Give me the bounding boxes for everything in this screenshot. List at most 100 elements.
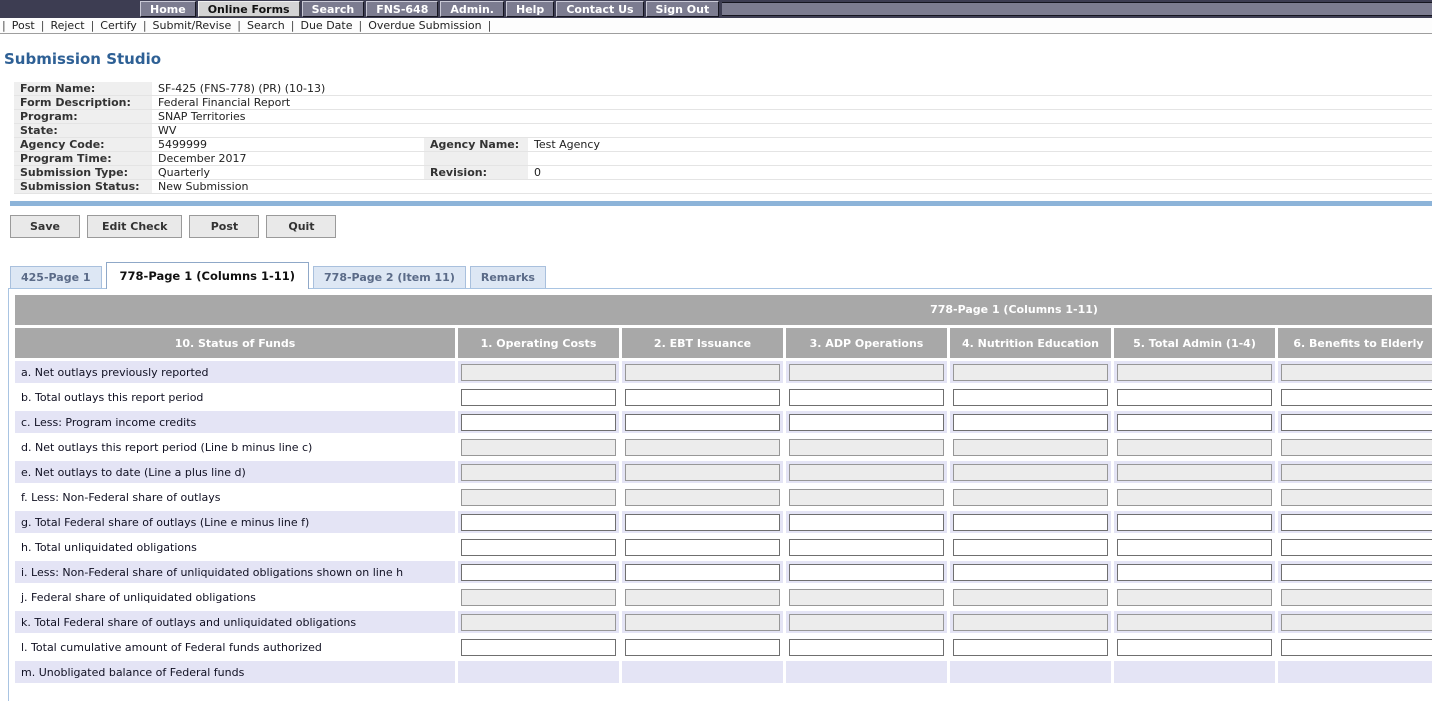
detail-value: WV	[152, 124, 424, 138]
grid-cell	[950, 611, 1111, 633]
input-c-col5[interactable]	[1117, 414, 1272, 431]
post-button[interactable]: Post	[189, 215, 259, 238]
input-c-col2[interactable]	[625, 414, 780, 431]
edit-check-button[interactable]: Edit Check	[87, 215, 182, 238]
save-button[interactable]: Save	[10, 215, 80, 238]
input-l-col6[interactable]	[1281, 639, 1432, 656]
grid-cell	[950, 511, 1111, 533]
input-g-col4[interactable]	[953, 514, 1108, 531]
input-a-col5	[1117, 364, 1272, 381]
input-j-col5	[1117, 589, 1272, 606]
input-h-col1[interactable]	[461, 539, 616, 556]
input-l-col5[interactable]	[1117, 639, 1272, 656]
input-c-col3[interactable]	[789, 414, 944, 431]
grid-cell	[1278, 486, 1432, 508]
nav-item-fns-648[interactable]: FNS-648	[366, 1, 438, 17]
input-h-col6[interactable]	[1281, 539, 1432, 556]
grid-cell	[458, 461, 619, 483]
input-g-col2[interactable]	[625, 514, 780, 531]
nav-item-home[interactable]: Home	[140, 1, 196, 17]
menu-item-post[interactable]: Post	[12, 19, 35, 32]
input-b-col2[interactable]	[625, 389, 780, 406]
detail-value-secondary	[528, 124, 1432, 138]
grid-cell	[458, 611, 619, 633]
input-l-col3[interactable]	[789, 639, 944, 656]
input-h-col4[interactable]	[953, 539, 1108, 556]
input-i-col3[interactable]	[789, 564, 944, 581]
menu-item-reject[interactable]: Reject	[50, 19, 84, 32]
input-j-col2	[625, 589, 780, 606]
grid-cell	[1114, 461, 1275, 483]
input-g-col5[interactable]	[1117, 514, 1272, 531]
input-b-col5[interactable]	[1117, 389, 1272, 406]
grid-cell	[786, 486, 947, 508]
detail-value-secondary	[528, 180, 1432, 194]
row-label: i. Less: Non-Federal share of unliquidat…	[15, 561, 455, 583]
menu-item-certify[interactable]: Certify	[100, 19, 137, 32]
menu-separator: |	[488, 19, 492, 32]
column-header-1-operating-costs: 1. Operating Costs	[458, 328, 619, 358]
input-j-col6	[1281, 589, 1432, 606]
grid-cell	[1114, 586, 1275, 608]
input-e-col1	[461, 464, 616, 481]
input-l-col2[interactable]	[625, 639, 780, 656]
row-label: f. Less: Non-Federal share of outlays	[15, 486, 455, 508]
input-h-col3[interactable]	[789, 539, 944, 556]
menu-item-due-date[interactable]: Due Date	[300, 19, 352, 32]
input-c-col4[interactable]	[953, 414, 1108, 431]
input-k-col5	[1117, 614, 1272, 631]
page-title: Submission Studio	[4, 50, 1432, 68]
grid-row-l: l. Total cumulative amount of Federal fu…	[15, 636, 1432, 658]
tab-778-page-1-columns-1-11[interactable]: 778-Page 1 (Columns 1-11)	[106, 262, 309, 289]
grid-cell	[1278, 586, 1432, 608]
nav-buttons: HomeOnline FormsSearchFNS-648Admin.HelpC…	[139, 0, 720, 18]
nav-item-help[interactable]: Help	[506, 1, 554, 17]
nav-item-contact-us[interactable]: Contact Us	[556, 1, 643, 17]
grid-cell	[950, 661, 1111, 683]
tab-778-page-2-item-11[interactable]: 778-Page 2 (Item 11)	[313, 266, 466, 288]
detail-value-secondary	[528, 152, 1432, 166]
detail-label: Program:	[14, 110, 152, 124]
grid-row-c: c. Less: Program income credits	[15, 411, 1432, 433]
tab-remarks[interactable]: Remarks	[470, 266, 546, 288]
input-k-col6	[1281, 614, 1432, 631]
nav-item-sign-out[interactable]: Sign Out	[646, 1, 720, 17]
input-h-col2[interactable]	[625, 539, 780, 556]
grid-cell	[458, 436, 619, 458]
menu-item-submit-revise[interactable]: Submit/Revise	[153, 19, 232, 32]
input-g-col3[interactable]	[789, 514, 944, 531]
input-b-col4[interactable]	[953, 389, 1108, 406]
menu-item-overdue-submission[interactable]: Overdue Submission	[368, 19, 481, 32]
menu-item-search[interactable]: Search	[247, 19, 285, 32]
input-h-col5[interactable]	[1117, 539, 1272, 556]
input-l-col1[interactable]	[461, 639, 616, 656]
grid-cell	[950, 411, 1111, 433]
input-c-col6[interactable]	[1281, 414, 1432, 431]
input-i-col1[interactable]	[461, 564, 616, 581]
input-i-col4[interactable]	[953, 564, 1108, 581]
input-b-col3[interactable]	[789, 389, 944, 406]
input-b-col6[interactable]	[1281, 389, 1432, 406]
grid-cell	[622, 561, 783, 583]
nav-item-search[interactable]: Search	[302, 1, 365, 17]
grid-row-f: f. Less: Non-Federal share of outlays	[15, 486, 1432, 508]
nav-item-admin[interactable]: Admin.	[440, 1, 504, 17]
input-l-col4[interactable]	[953, 639, 1108, 656]
detail-value-secondary: Test Agency	[528, 138, 1432, 152]
input-c-col1[interactable]	[461, 414, 616, 431]
input-g-col6[interactable]	[1281, 514, 1432, 531]
input-i-col5[interactable]	[1117, 564, 1272, 581]
input-f-col1	[461, 489, 616, 506]
menu-separator: |	[291, 19, 295, 32]
nav-item-online-forms[interactable]: Online Forms	[198, 1, 300, 17]
tab-425-page-1[interactable]: 425-Page 1	[10, 266, 102, 288]
input-g-col1[interactable]	[461, 514, 616, 531]
quit-button[interactable]: Quit	[266, 215, 336, 238]
input-i-col2[interactable]	[625, 564, 780, 581]
grid-row-h: h. Total unliquidated obligations	[15, 536, 1432, 558]
detail-value-secondary	[528, 110, 1432, 124]
input-i-col6[interactable]	[1281, 564, 1432, 581]
input-j-col4	[953, 589, 1108, 606]
input-b-col1[interactable]	[461, 389, 616, 406]
blue-divider	[10, 201, 1432, 206]
